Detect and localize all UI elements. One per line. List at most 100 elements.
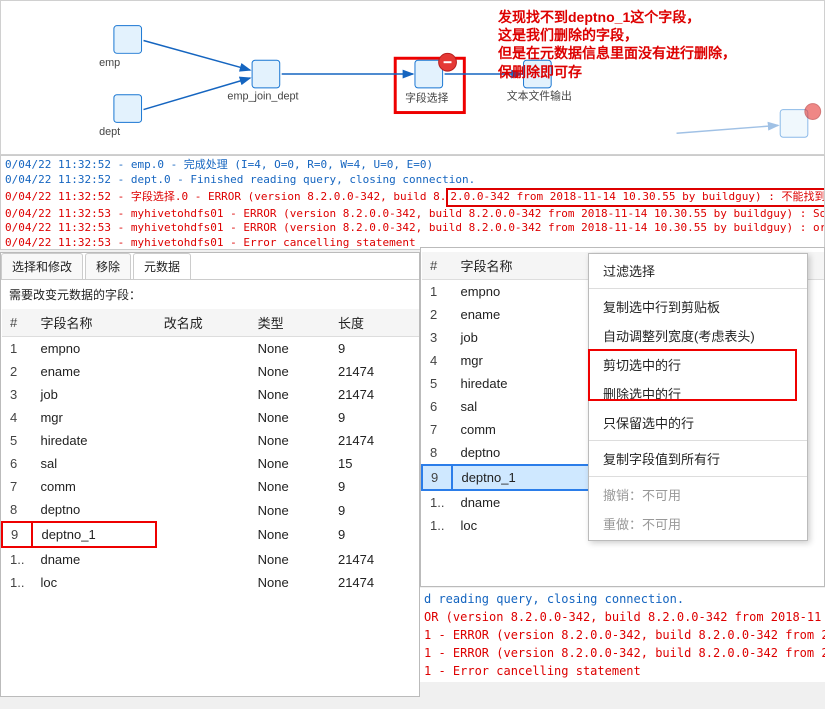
cell-length[interactable]: 21474 — [330, 429, 419, 452]
table-row[interactable]: 6salNone15 — [2, 452, 419, 475]
cell-type[interactable]: None — [250, 406, 330, 429]
col-num-r[interactable]: # — [422, 252, 452, 280]
cell-type[interactable]: None — [250, 547, 330, 571]
table-row[interactable]: 8deptno None9 — [2, 498, 419, 522]
cell-rename[interactable] — [156, 337, 250, 361]
col-type[interactable]: 类型 — [250, 309, 330, 337]
cell-rename[interactable] — [156, 360, 250, 383]
cell-type[interactable]: None — [250, 337, 330, 361]
row-num: 4 — [2, 406, 32, 429]
table-row[interactable]: 1..loc None21474 — [2, 571, 419, 594]
menu-undo: 撤销：不可用 — [589, 480, 807, 509]
table-row[interactable]: 4mgr None9 — [2, 406, 419, 429]
log-panel[interactable]: 0/04/22 11:32:52 - emp.0 - 完成处理 (I=4, O=… — [0, 155, 825, 250]
cell-name[interactable]: ename — [32, 360, 155, 383]
table-row[interactable]: 3job None21474 — [2, 383, 419, 406]
hop-faint — [677, 125, 779, 133]
row-num: 9 — [422, 465, 452, 490]
menu-separator — [589, 288, 807, 289]
col-length[interactable]: 长度 — [330, 309, 419, 337]
cell-name[interactable]: dname — [32, 547, 155, 571]
cell-rename[interactable] — [156, 406, 250, 429]
cell-rename[interactable] — [156, 475, 250, 498]
step-dept-icon[interactable] — [114, 95, 142, 123]
hop-emp-join[interactable] — [144, 40, 251, 70]
step-select-label: 字段选择 — [405, 91, 449, 105]
cell-rename[interactable] — [156, 452, 250, 475]
menu-keep-row[interactable]: 只保留选中的行 — [589, 408, 807, 437]
cell-type[interactable]: None — [250, 360, 330, 383]
menu-auto-width[interactable]: 自动调整列宽度(考虑表头) — [589, 321, 807, 350]
cell-name[interactable]: hiredate — [32, 429, 155, 452]
col-num[interactable]: # — [2, 309, 32, 337]
tab-metadata[interactable]: 元数据 — [133, 253, 191, 279]
menu-delete-highlight — [588, 349, 797, 401]
step-emp-icon[interactable] — [114, 26, 142, 54]
cell-length[interactable]: 21474 — [330, 571, 419, 594]
cell-name[interactable]: deptno — [32, 498, 155, 522]
cell-type[interactable]: None — [250, 429, 330, 452]
step-dept-label: dept — [99, 126, 120, 138]
table-row[interactable]: 7comm None9 — [2, 475, 419, 498]
cell-type[interactable]: None — [250, 475, 330, 498]
cell-type[interactable]: None — [250, 522, 330, 547]
menu-filter[interactable]: 过滤选择 — [589, 256, 807, 285]
cell-rename[interactable] — [156, 383, 250, 406]
cell-name[interactable]: empno — [32, 337, 155, 361]
cell-rename[interactable] — [156, 429, 250, 452]
cell-name[interactable]: job — [32, 383, 155, 406]
log-error-line: 0/04/22 11:32:52 - 字段选择.0 - ERROR (versi… — [5, 188, 820, 207]
menu-copy-value-all[interactable]: 复制字段值到所有行 — [589, 444, 807, 473]
row-num: 1 — [2, 337, 32, 361]
menu-copy-clipboard[interactable]: 复制选中行到剪贴板 — [589, 292, 807, 321]
cell-length[interactable]: 21474 — [330, 383, 419, 406]
table-row[interactable]: 1empno None9 — [2, 337, 419, 361]
cell-length[interactable]: 9 — [330, 475, 419, 498]
cell-name[interactable]: sal — [32, 452, 155, 475]
cell-length[interactable]: 21474 — [330, 547, 419, 571]
menu-separator — [589, 476, 807, 477]
tab-remove[interactable]: 移除 — [85, 253, 131, 279]
cell-type[interactable]: None — [250, 498, 330, 522]
cell-name[interactable]: deptno_1 — [32, 522, 155, 547]
step-join-icon[interactable] — [252, 60, 280, 88]
cell-type[interactable]: None — [250, 571, 330, 594]
cell-length[interactable]: 9 — [330, 406, 419, 429]
row-num: 1.. — [2, 571, 32, 594]
row-num: 8 — [2, 498, 32, 522]
cell-rename[interactable] — [156, 571, 250, 594]
cell-rename[interactable] — [156, 547, 250, 571]
row-num: 4 — [422, 349, 452, 372]
log-error-line: 0/04/22 11:32:53 - myhivetohdfs01 - ERRO… — [5, 207, 820, 222]
menu-separator — [589, 440, 807, 441]
step-output-label: 文本文件输出 — [507, 89, 572, 103]
table-row[interactable]: 2enameNone21474 — [2, 360, 419, 383]
cell-length[interactable]: 9 — [330, 522, 419, 547]
table-row[interactable]: 5hiredate None21474 — [2, 429, 419, 452]
row-num: 5 — [2, 429, 32, 452]
cell-length[interactable]: 9 — [330, 337, 419, 361]
table-row[interactable]: 9deptno_1None9 — [2, 522, 419, 547]
cell-type[interactable]: None — [250, 452, 330, 475]
cell-name[interactable]: mgr — [32, 406, 155, 429]
table-row[interactable]: 1..dname None21474 — [2, 547, 419, 571]
row-num: 7 — [2, 475, 32, 498]
cell-rename[interactable] — [156, 498, 250, 522]
cell-name[interactable]: loc — [32, 571, 155, 594]
row-num: 3 — [2, 383, 32, 406]
cell-type[interactable]: None — [250, 383, 330, 406]
cell-rename[interactable] — [156, 522, 250, 547]
row-num: 7 — [422, 418, 452, 441]
tab-select-modify[interactable]: 选择和修改 — [1, 253, 83, 279]
panel-title-left: 需要改变元数据的字段： — [1, 280, 419, 309]
cell-name[interactable]: comm — [32, 475, 155, 498]
metadata-table-left[interactable]: # 字段名称 改名成 类型 长度 1empnoNone92enameNone21… — [1, 309, 419, 594]
col-rename[interactable]: 改名成 — [156, 309, 250, 337]
cell-length[interactable]: 15 — [330, 452, 419, 475]
log-error-highlight: 2.0.0-342 from 2018-11-14 10.30.55 by bu… — [446, 188, 825, 207]
col-field-name[interactable]: 字段名称 — [32, 309, 155, 337]
row-num: 2 — [422, 303, 452, 326]
cell-length[interactable]: 9 — [330, 498, 419, 522]
row-num: 1.. — [2, 547, 32, 571]
cell-length[interactable]: 21474 — [330, 360, 419, 383]
